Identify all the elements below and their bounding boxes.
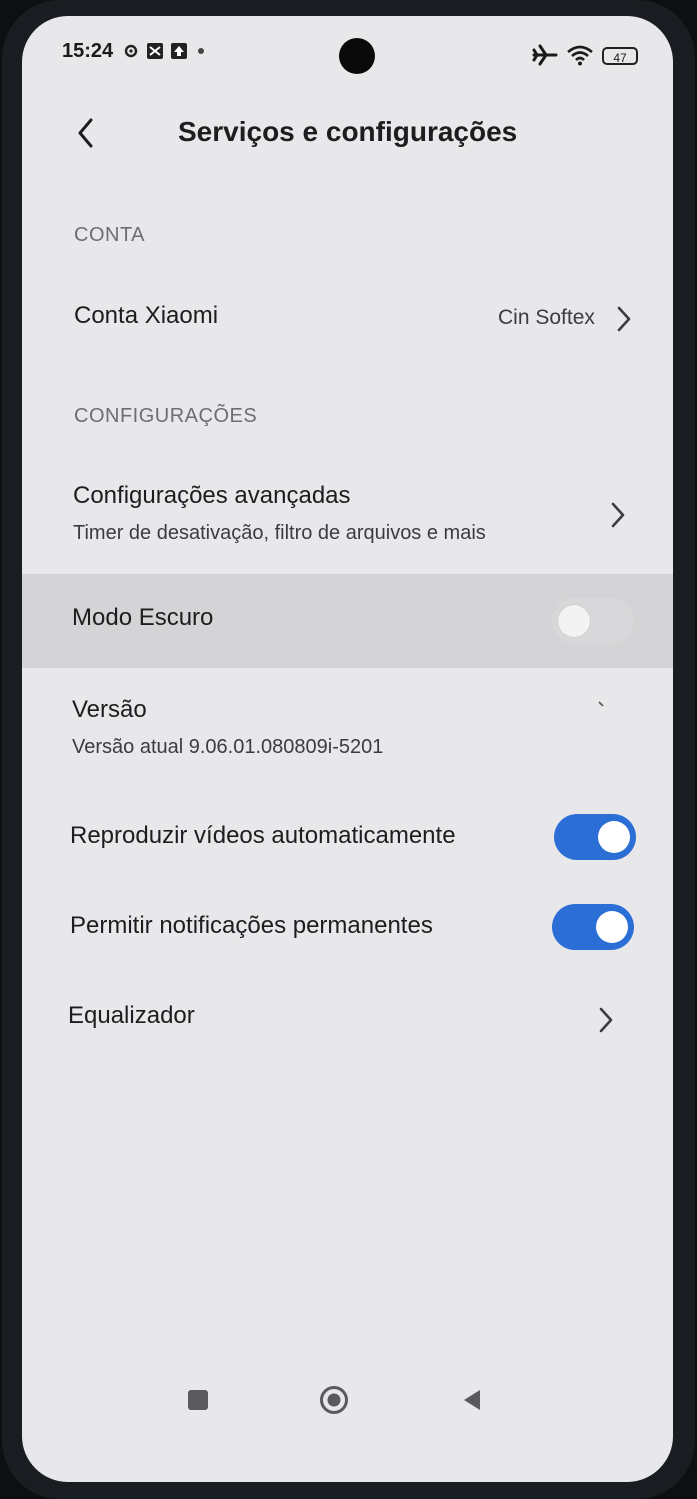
chevron-right-icon xyxy=(598,701,604,707)
triangle-back-icon xyxy=(464,1390,480,1410)
toggle-knob xyxy=(558,605,590,637)
permanent-notifications-toggle[interactable] xyxy=(552,904,634,950)
toggle-knob xyxy=(598,821,630,853)
permanent-notifications-row[interactable]: Permitir notificações permanentes xyxy=(22,898,673,960)
circle-home-icon xyxy=(320,1386,348,1414)
back-arrow-icon xyxy=(78,118,93,148)
wifi-icon xyxy=(566,44,594,66)
version-title: Versão xyxy=(72,696,147,723)
chevron-right-icon xyxy=(611,502,625,528)
equalizer-row[interactable]: Equalizador xyxy=(22,988,673,1050)
permanent-notifications-title: Permitir notificações permanentes xyxy=(70,912,433,939)
upload-notification-icon xyxy=(170,42,188,60)
autoplay-videos-toggle[interactable] xyxy=(554,814,636,860)
dark-mode-row[interactable]: Modo Escuro xyxy=(22,574,673,668)
account-row[interactable]: Conta Xiaomi Cin Softex xyxy=(22,284,673,354)
settings-gear-icon xyxy=(122,42,140,60)
version-subtitle: Versão atual 9.06.01.080809i-5201 xyxy=(72,736,384,758)
chevron-right-icon xyxy=(617,306,631,332)
status-time: 15:24 xyxy=(62,40,114,62)
back-nav-button[interactable] xyxy=(452,1380,492,1420)
chevron-right-icon xyxy=(599,1007,613,1033)
section-label-settings: CONFIGURAÇÕES xyxy=(74,405,258,427)
back-button[interactable] xyxy=(68,113,102,153)
dark-mode-toggle[interactable] xyxy=(552,598,634,644)
toggle-knob xyxy=(596,911,628,943)
account-row-title: Conta Xiaomi xyxy=(74,302,219,329)
section-label-account: CONTA xyxy=(74,224,146,246)
battery-indicator: 47 xyxy=(602,47,638,65)
autoplay-videos-title: Reproduzir vídeos automaticamente xyxy=(70,822,456,849)
screen: 15:24 47 Serviços e configurações CONTA … xyxy=(22,16,673,1482)
account-row-value: Cin Softex xyxy=(498,306,595,329)
status-bar: 15:24 47 xyxy=(22,16,673,76)
advanced-settings-row[interactable]: Configurações avançadas Timer de desativ… xyxy=(22,470,673,558)
front-camera xyxy=(339,38,375,74)
version-row[interactable]: Versão Versão atual 9.06.01.080809i-5201 xyxy=(22,688,673,768)
recent-apps-button[interactable] xyxy=(178,1380,218,1420)
dark-mode-title: Modo Escuro xyxy=(72,604,214,631)
autoplay-videos-row[interactable]: Reproduzir vídeos automaticamente xyxy=(22,806,673,868)
square-recents-icon xyxy=(188,1390,208,1410)
airplane-mode-icon xyxy=(532,44,558,66)
advanced-settings-subtitle: Timer de desativação, filtro de arquivos… xyxy=(73,522,486,544)
app-notification-icon xyxy=(146,42,164,60)
advanced-settings-title: Configurações avançadas xyxy=(73,482,351,509)
more-notifications-dot-icon xyxy=(198,48,204,54)
home-button[interactable] xyxy=(314,1380,354,1420)
page-title: Serviços e configurações xyxy=(178,116,518,147)
equalizer-title: Equalizador xyxy=(68,1002,195,1029)
